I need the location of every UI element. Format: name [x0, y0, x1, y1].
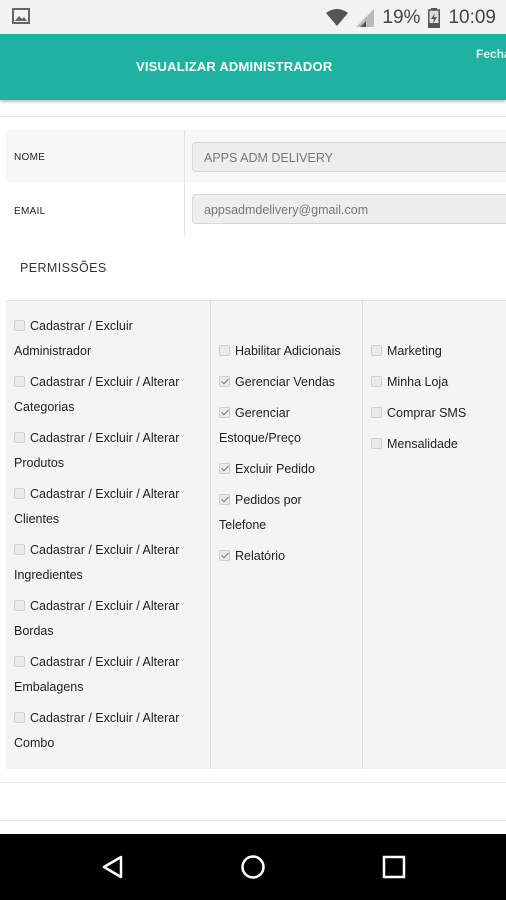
recents-icon[interactable]	[381, 854, 407, 880]
home-icon[interactable]	[240, 854, 266, 880]
permission-label-line2: Ingredientes	[14, 568, 83, 582]
permission-label: Cadastrar / Excluir / Alterar	[30, 599, 180, 613]
permission-item[interactable]: Marketing	[371, 339, 442, 364]
image-icon	[12, 8, 30, 24]
permission-label-line2: Administrador	[14, 344, 92, 358]
app-bar: VISUALIZAR ADMINISTRADOR Fechar	[0, 34, 506, 100]
close-button[interactable]: Fechar	[476, 47, 506, 61]
permissions-title: PERMISSÕES	[20, 261, 107, 275]
permission-label-line2: Estoque/Preço	[219, 431, 301, 445]
email-field[interactable]: appsadmdelivery@gmail.com	[192, 194, 506, 224]
checkbox[interactable]	[219, 345, 230, 356]
permission-label: Marketing	[387, 344, 442, 358]
email-row: EMAIL appsadmdelivery@gmail.com	[6, 184, 506, 236]
status-right: 19% 10:09	[326, 4, 496, 32]
status-bar: 19% 10:09	[0, 0, 506, 34]
permission-label: Comprar SMS	[387, 406, 467, 420]
permission-label: Pedidos por	[235, 493, 302, 507]
permission-item[interactable]: Excluir Pedido	[219, 457, 315, 482]
permission-item[interactable]: Cadastrar / Excluir Administrador	[14, 314, 133, 364]
permission-label-line2: Bordas	[14, 624, 54, 638]
permission-label: Cadastrar / Excluir / Alterar	[30, 711, 180, 725]
permission-item[interactable]: Cadastrar / Excluir / Alterar Categorias	[14, 370, 179, 420]
permission-label: Cadastrar / Excluir / Alterar	[30, 431, 180, 445]
permission-label: Mensalidade	[387, 437, 458, 451]
checkbox[interactable]	[14, 376, 25, 387]
permission-item[interactable]: Cadastrar / Excluir / Alterar Clientes	[14, 482, 179, 532]
checkbox-checked[interactable]	[219, 376, 230, 387]
permission-item[interactable]: Comprar SMS	[371, 401, 466, 426]
signal-icon	[356, 9, 375, 27]
permission-label: Cadastrar / Excluir / Alterar	[30, 655, 180, 669]
name-field[interactable]: APPS ADM DELIVERY	[192, 142, 506, 172]
permission-label: Minha Loja	[387, 375, 449, 389]
permission-item[interactable]: Habilitar Adicionais	[219, 339, 341, 364]
battery-icon	[428, 8, 441, 28]
battery-percent: 19%	[382, 7, 421, 28]
permission-item[interactable]: Cadastrar / Excluir / Alterar Bordas	[14, 594, 179, 644]
permission-label-line2: Combo	[14, 736, 55, 750]
permission-label: Cadastrar / Excluir / Alterar	[30, 487, 180, 501]
nav-bar	[0, 834, 506, 900]
name-row: NOME APPS ADM DELIVERY	[6, 130, 506, 182]
permission-item[interactable]: Cadastrar / Excluir / Alterar Ingrediente…	[14, 538, 179, 588]
divider	[0, 116, 506, 117]
permissions-panel: Cadastrar / Excluir Administrador Cadastra…	[6, 300, 506, 769]
permission-label: Gerenciar Vendas	[235, 375, 336, 389]
checkbox-checked[interactable]	[219, 463, 230, 474]
permission-label: Cadastrar / Excluir / Alterar	[30, 543, 180, 557]
checkbox-checked[interactable]	[219, 550, 230, 561]
permission-label-line2: Telefone	[219, 518, 267, 532]
checkbox[interactable]	[14, 320, 25, 331]
back-icon[interactable]	[100, 854, 126, 880]
permission-item[interactable]: Cadastrar / Excluir / Alterar Produtos	[14, 426, 179, 476]
permission-label-line2: Clientes	[14, 512, 60, 526]
clock: 10:09	[448, 7, 496, 28]
admin-info-table: NOME APPS ADM DELIVERY EMAIL appsadmdeli…	[6, 130, 506, 236]
wifi-icon	[326, 9, 349, 26]
permission-label-line2: Produtos	[14, 456, 65, 470]
checkbox-checked[interactable]	[219, 407, 230, 418]
permission-item[interactable]: Cadastrar / Excluir / Alterar Combo	[14, 706, 179, 756]
checkbox[interactable]	[371, 345, 382, 356]
checkbox[interactable]	[14, 656, 25, 667]
permission-item[interactable]: Gerenciar Vendas	[219, 370, 335, 395]
permission-label: Cadastrar / Excluir / Alterar	[30, 375, 180, 389]
permission-item[interactable]: Minha Loja	[371, 370, 448, 395]
name-label: NOME	[14, 152, 46, 163]
divider	[0, 782, 506, 783]
divider	[0, 820, 506, 821]
checkbox[interactable]	[14, 432, 25, 443]
checkbox[interactable]	[14, 712, 25, 723]
permission-item[interactable]: Relatório	[219, 544, 285, 569]
permissions-column-3: Marketing Minha Loja Comprar SMS Mensalidad…	[362, 301, 506, 769]
email-label: EMAIL	[14, 206, 46, 217]
permissions-column-1: Cadastrar / Excluir Administrador Cadastra…	[6, 301, 209, 769]
permission-label: Habilitar Adicionais	[235, 344, 341, 358]
permission-item[interactable]: Mensalidade	[371, 432, 458, 457]
checkbox[interactable]	[371, 376, 382, 387]
column-divider	[184, 130, 185, 236]
permission-item[interactable]: Pedidos por Telefone	[219, 488, 302, 538]
permission-label: Excluir Pedido	[235, 462, 315, 476]
checkbox-checked[interactable]	[219, 494, 230, 505]
checkbox[interactable]	[371, 438, 382, 449]
checkbox[interactable]	[14, 488, 25, 499]
permission-label: Gerenciar	[235, 406, 290, 420]
checkbox[interactable]	[14, 544, 25, 555]
permission-label: Relatório	[235, 549, 286, 563]
checkbox[interactable]	[371, 407, 382, 418]
checkbox[interactable]	[14, 600, 25, 611]
permission-label: Cadastrar / Excluir	[30, 319, 133, 333]
permission-item[interactable]: Cadastrar / Excluir / Alterar Embalagens	[14, 650, 179, 700]
page-title: VISUALIZAR ADMINISTRADOR	[136, 59, 333, 74]
permission-item[interactable]: Gerenciar Estoque/Preço	[219, 401, 301, 451]
permission-label-line2: Categorias	[14, 400, 75, 414]
permissions-column-2: Habilitar Adicionais Gerenciar Vendas Gere…	[210, 301, 363, 769]
permission-label-line2: Embalagens	[14, 680, 84, 694]
